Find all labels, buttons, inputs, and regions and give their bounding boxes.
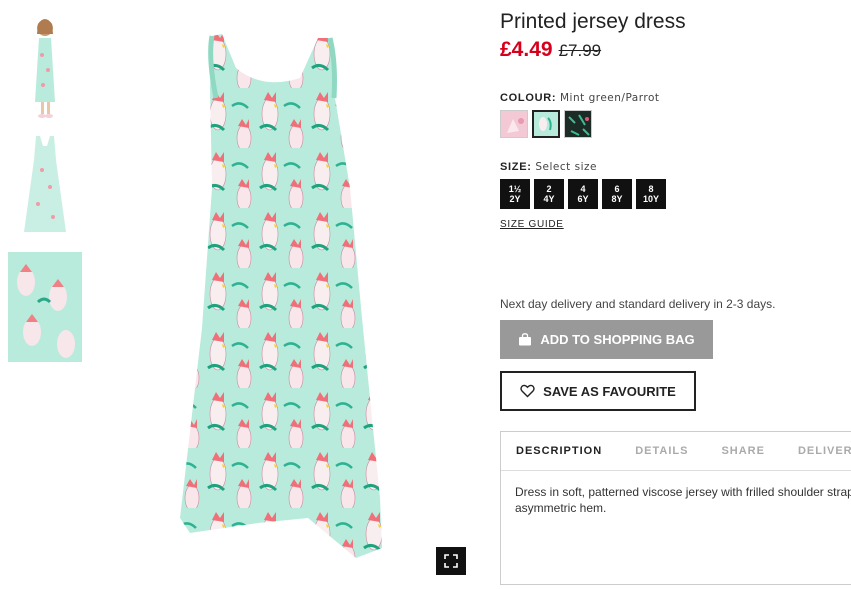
- size-option-8y[interactable]: 6 8Y: [602, 179, 632, 209]
- tab-share[interactable]: SHARE: [721, 445, 765, 457]
- size-guide-link[interactable]: SIZE GUIDE: [500, 219, 564, 230]
- size-option-6y[interactable]: 4 6Y: [568, 179, 598, 209]
- tab-bar: DESCRIPTION DETAILS SHARE DELIVERY: [501, 432, 851, 471]
- price-original: £7.99: [558, 41, 602, 60]
- delivery-info: Next day delivery and standard delivery …: [500, 297, 776, 311]
- size-option-top: 4: [580, 184, 586, 194]
- fullscreen-button[interactable]: [436, 547, 466, 575]
- thumbnail-flat[interactable]: [8, 132, 82, 242]
- size-option-top: 2: [546, 184, 552, 194]
- product-title: Printed jersey dress: [500, 10, 686, 33]
- size-option-top: 1½: [508, 184, 522, 194]
- product-main-image: [180, 34, 382, 558]
- description-line-2: asymmetric hem.: [515, 501, 607, 515]
- size-option-bottom: 2Y: [509, 194, 521, 204]
- price-block: £4.49 £7.99: [500, 38, 601, 62]
- heart-icon: [520, 384, 535, 398]
- size-option-4y[interactable]: 2 4Y: [534, 179, 564, 209]
- save-favourite-button[interactable]: SAVE AS FAVOURITE: [500, 371, 696, 411]
- tab-description[interactable]: DESCRIPTION: [516, 445, 602, 457]
- size-option-bottom: 4Y: [543, 194, 555, 204]
- add-to-bag-label: ADD TO SHOPPING BAG: [540, 332, 695, 347]
- size-label-row: SIZE: Select size: [500, 161, 597, 173]
- thumbnail-flat-image: [8, 132, 82, 242]
- size-option-10y[interactable]: 8 10Y: [636, 179, 666, 209]
- swatch-dark-green[interactable]: [564, 110, 592, 138]
- thumbnail-detail-image: [8, 252, 82, 362]
- size-option-top: 8: [648, 184, 654, 194]
- size-option-bottom: 10Y: [642, 194, 659, 204]
- size-label: SIZE:: [500, 161, 532, 173]
- thumbnail-detail[interactable]: [8, 252, 82, 362]
- tab-delivery[interactable]: DELIVERY: [798, 445, 851, 457]
- description-line-1: Dress in soft, patterned viscose jersey …: [515, 485, 851, 499]
- swatch-pink-unicorn[interactable]: [500, 110, 528, 138]
- description-content: Dress in soft, patterned viscose jersey …: [501, 471, 851, 529]
- colour-label: COLOUR:: [500, 92, 557, 104]
- thumbnail-model-image: [8, 10, 82, 120]
- shopping-bag-icon: [519, 333, 532, 346]
- product-info-tabs: DESCRIPTION DETAILS SHARE DELIVERY Dress…: [500, 431, 851, 585]
- price-current: £4.49: [500, 38, 553, 61]
- swatch-mint-parrot[interactable]: [532, 110, 560, 138]
- size-option-bottom: 8Y: [611, 194, 623, 204]
- size-option-top: 6: [614, 184, 620, 194]
- size-option-bottom: 6Y: [577, 194, 589, 204]
- colour-swatches: [500, 110, 592, 138]
- tab-details[interactable]: DETAILS: [635, 445, 688, 457]
- size-option-2y[interactable]: 1½ 2Y: [500, 179, 530, 209]
- colour-value: Mint green/Parrot: [560, 92, 660, 104]
- fullscreen-icon: [444, 554, 458, 568]
- size-options: 1½ 2Y 2 4Y 4 6Y 6 8Y 8 10Y: [500, 179, 666, 209]
- thumbnail-model[interactable]: [8, 10, 82, 120]
- colour-label-row: COLOUR: Mint green/Parrot: [500, 92, 660, 104]
- add-to-bag-button[interactable]: ADD TO SHOPPING BAG: [500, 320, 713, 359]
- size-value: Select size: [535, 161, 597, 173]
- save-favourite-label: SAVE AS FAVOURITE: [543, 383, 676, 399]
